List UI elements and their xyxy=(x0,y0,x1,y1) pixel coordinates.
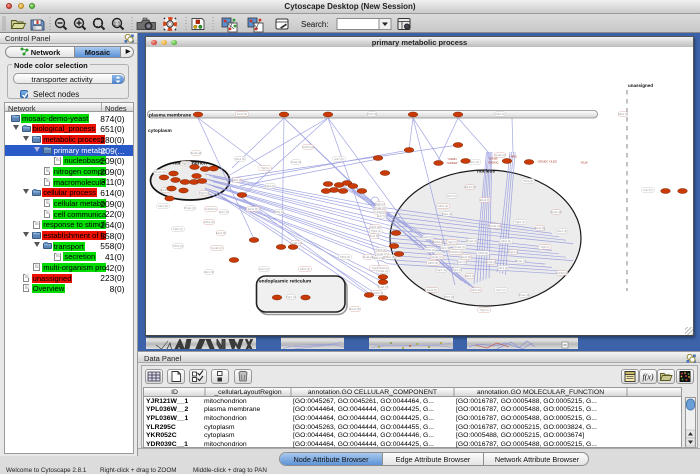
svg-text:Pgk1 (1): Pgk1 (1) xyxy=(173,227,183,231)
svg-text:Tdh3 (2): Tdh3 (2) xyxy=(523,179,533,183)
svg-text:Adh1 (3): Adh1 (3) xyxy=(232,178,242,182)
svg-text:Adh1 (3): Adh1 (3) xyxy=(465,274,475,278)
svg-text:Adh1 (3): Adh1 (3) xyxy=(204,220,214,224)
svg-text:Cdc19 (2): Cdc19 (2) xyxy=(464,185,476,189)
svg-text:Hxt7 (2): Hxt7 (2) xyxy=(643,188,652,192)
svg-text:Pma1 (4): Pma1 (4) xyxy=(467,239,478,243)
svg-text:Pma1 (4): Pma1 (4) xyxy=(291,160,302,164)
svg-text:Hxt7 (2): Hxt7 (2) xyxy=(423,235,432,239)
svg-text:Abc1 (3): Abc1 (3) xyxy=(204,270,214,274)
svg-text:Abc1 (3): Abc1 (3) xyxy=(557,229,567,233)
svg-text:Adh1 (3): Adh1 (3) xyxy=(300,267,310,271)
svg-text:Adh1 (3): Adh1 (3) xyxy=(438,204,448,208)
svg-text:Gma1 (2): Gma1 (2) xyxy=(490,224,501,228)
svg-text:Pgk1 (1): Pgk1 (1) xyxy=(265,184,275,188)
svg-text:Pma1 (4): Pma1 (4) xyxy=(378,285,389,289)
svg-text:Yfg2 (1): Yfg2 (1) xyxy=(260,166,269,170)
svg-text:Abc1 (3): Abc1 (3) xyxy=(235,157,245,161)
svg-text:Yfg2 (1): Yfg2 (1) xyxy=(447,240,456,244)
svg-text:Gma1 (2): Gma1 (2) xyxy=(432,255,443,259)
svg-text:nucleus: nucleus xyxy=(477,169,495,175)
svg-text:YHR92: YHR92 xyxy=(509,156,517,159)
svg-text:Abc1 (3): Abc1 (3) xyxy=(158,204,168,208)
svg-text:YGR192C YJL052: YGR192C YJL052 xyxy=(537,161,557,164)
svg-text:Hxt7 (2): Hxt7 (2) xyxy=(259,267,268,271)
svg-text:Eno2 (5): Eno2 (5) xyxy=(237,112,247,116)
svg-text:Pgk1 (1): Pgk1 (1) xyxy=(452,268,462,272)
svg-text:Yfg2 (1): Yfg2 (1) xyxy=(479,308,488,312)
svg-text:Yfg2 (1): Yfg2 (1) xyxy=(181,162,190,166)
svg-text:Cdc19 (2): Cdc19 (2) xyxy=(432,240,444,244)
svg-text:Eno2 (5): Eno2 (5) xyxy=(248,207,258,211)
svg-text:YDR342C: YDR342C xyxy=(488,162,499,165)
svg-text:Search:: Search: xyxy=(301,20,329,29)
svg-text:Tdh3 (2): Tdh3 (2) xyxy=(173,244,183,248)
svg-text:Eno2 (5): Eno2 (5) xyxy=(461,255,471,259)
svg-text:Pma1 (4): Pma1 (4) xyxy=(519,293,530,297)
svg-text:Cdc19 (2): Cdc19 (2) xyxy=(556,271,568,275)
svg-text:Tdh3 (2): Tdh3 (2) xyxy=(444,295,454,299)
svg-text:Gma1 (2): Gma1 (2) xyxy=(363,255,374,259)
svg-text:Hxt7 (2): Hxt7 (2) xyxy=(377,214,386,218)
svg-text:Gma1 (2): Gma1 (2) xyxy=(191,151,202,155)
svg-text:Pma1 (4): Pma1 (4) xyxy=(516,259,527,263)
svg-text:cytoplasm: cytoplasm xyxy=(148,128,172,134)
svg-text:Gma1 (2): Gma1 (2) xyxy=(212,246,223,250)
svg-text:Tdh3 (2): Tdh3 (2) xyxy=(425,248,435,252)
svg-text:Adh1 (3): Adh1 (3) xyxy=(428,261,438,265)
svg-text:Hxt7 (2): Hxt7 (2) xyxy=(457,260,466,264)
svg-text:Hxt7 (2): Hxt7 (2) xyxy=(219,210,228,214)
svg-text:Tdh3 (2): Tdh3 (2) xyxy=(340,255,350,259)
svg-text:endoplasmic reticulum: endoplasmic reticulum xyxy=(259,279,311,285)
svg-text:Pgk1 (1): Pgk1 (1) xyxy=(286,295,296,299)
svg-text:plasma membrane: plasma membrane xyxy=(149,112,191,118)
svg-text:Hxt7 (2): Hxt7 (2) xyxy=(334,157,343,161)
svg-text:Yfg2 (1): Yfg2 (1) xyxy=(199,191,208,195)
svg-text:Pma1 (4): Pma1 (4) xyxy=(155,170,166,174)
svg-text:Gma1 (2): Gma1 (2) xyxy=(551,210,562,214)
svg-text:Abc1 (3): Abc1 (3) xyxy=(501,239,511,243)
svg-text:Adh1 (3): Adh1 (3) xyxy=(471,288,481,292)
svg-text:Pgk1 (1): Pgk1 (1) xyxy=(495,112,505,116)
svg-text:Abc1 (3): Abc1 (3) xyxy=(498,266,508,270)
svg-text:Tdh3 (2): Tdh3 (2) xyxy=(367,112,377,116)
svg-text:Gma1 (2): Gma1 (2) xyxy=(486,260,497,264)
svg-text:Pgk1 (1): Pgk1 (1) xyxy=(515,220,525,224)
svg-text:Pma1 (4): Pma1 (4) xyxy=(455,245,466,249)
svg-text:Eno2 (5): Eno2 (5) xyxy=(535,226,545,230)
svg-text:Pgk1 (1): Pgk1 (1) xyxy=(442,212,452,216)
svg-text:Hxt7 (2): Hxt7 (2) xyxy=(496,288,505,292)
svg-text:YDR305: YDR305 xyxy=(488,158,498,161)
svg-text:Eno2 (5): Eno2 (5) xyxy=(216,231,226,235)
svg-text:Pma1 (4): Pma1 (4) xyxy=(378,269,389,273)
svg-text:Tdh3 (2): Tdh3 (2) xyxy=(274,210,284,214)
svg-text:Abc1 (3): Abc1 (3) xyxy=(374,256,384,260)
svg-text:Eno2 (5): Eno2 (5) xyxy=(350,307,360,311)
svg-text:Adh1 (3): Adh1 (3) xyxy=(618,112,628,116)
svg-text:Eno2 (5): Eno2 (5) xyxy=(369,234,379,238)
svg-text:Pgk1 (1): Pgk1 (1) xyxy=(436,268,446,272)
svg-text:Pgk1 (1): Pgk1 (1) xyxy=(371,229,381,233)
svg-text:Pma1 (4): Pma1 (4) xyxy=(185,206,196,210)
svg-text:Cdc19 (2): Cdc19 (2) xyxy=(205,207,217,211)
svg-text:YLR081W: YLR081W xyxy=(447,162,459,165)
svg-text:Gma1 (2): Gma1 (2) xyxy=(495,153,506,157)
svg-text:f(x): f(x) xyxy=(642,373,653,382)
svg-text:Yfg2 (1): Yfg2 (1) xyxy=(508,250,517,254)
svg-text:YKL06: YKL06 xyxy=(580,162,588,165)
svg-text:Tdh3 (2): Tdh3 (2) xyxy=(478,251,488,255)
svg-text:Abc1 (3): Abc1 (3) xyxy=(440,246,450,250)
svg-text:Eno2 (5): Eno2 (5) xyxy=(480,198,490,202)
svg-text:Abc1 (3): Abc1 (3) xyxy=(469,160,479,164)
svg-text:unassigned: unassigned xyxy=(628,83,653,88)
svg-text:Eno2 (5): Eno2 (5) xyxy=(427,288,437,292)
svg-text:Cdc19 (2): Cdc19 (2) xyxy=(302,145,314,149)
svg-text:Hxt7 (2): Hxt7 (2) xyxy=(447,194,456,198)
svg-text:Cdc19 (2): Cdc19 (2) xyxy=(450,250,462,254)
svg-text:Yfg2 (1): Yfg2 (1) xyxy=(540,245,549,249)
svg-text:1:1: 1:1 xyxy=(114,22,121,28)
svg-text:YGR254: YGR254 xyxy=(447,158,457,161)
